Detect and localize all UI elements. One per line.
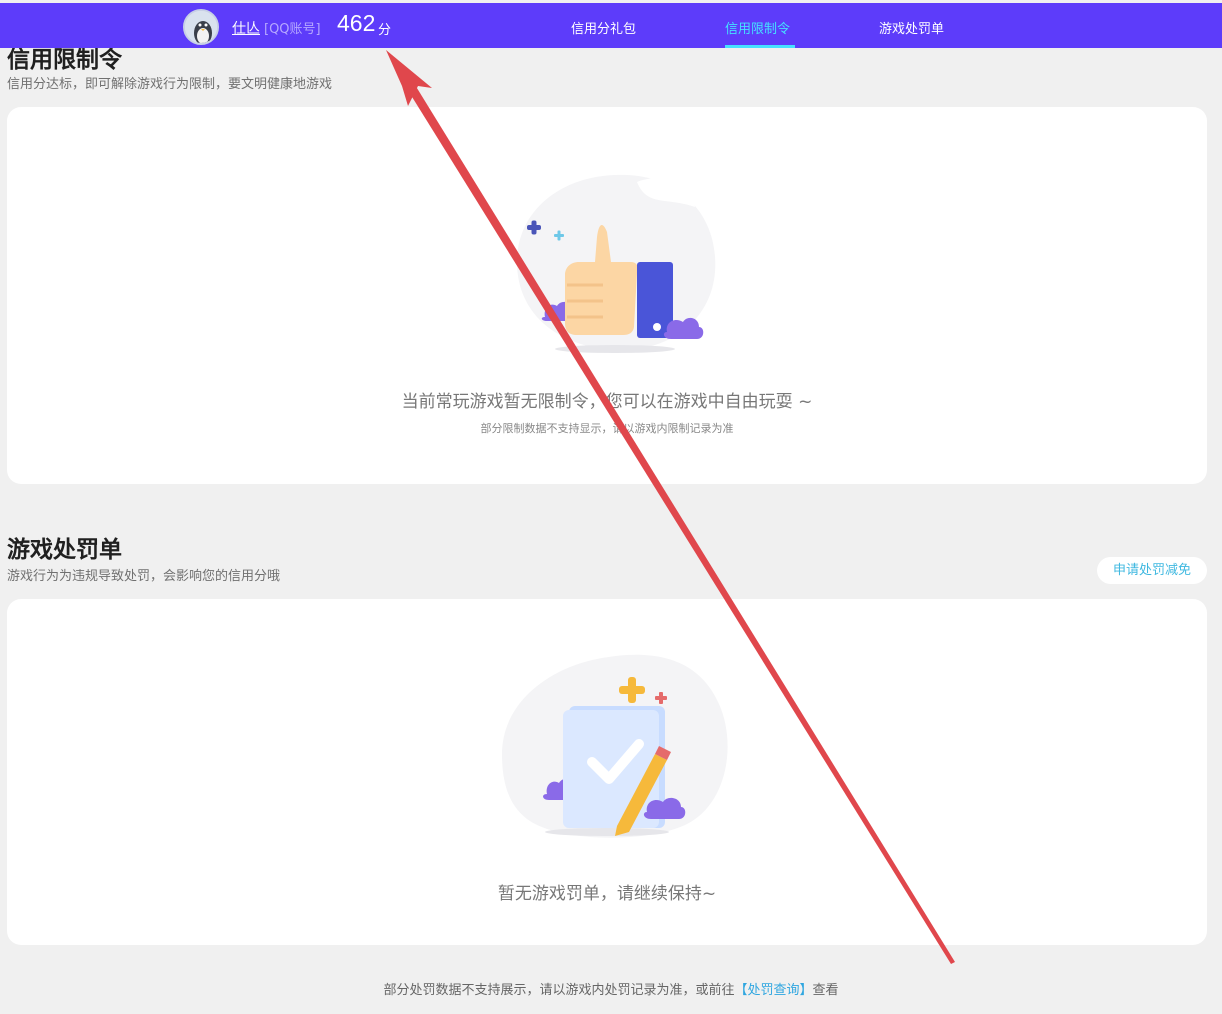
tab-game-penalty[interactable]: 游戏处罚单 bbox=[879, 18, 944, 37]
penalty-card: 暂无游戏罚单，请继续保持~ bbox=[7, 599, 1207, 945]
account-type-label: [QQ账号] bbox=[264, 22, 321, 37]
footer-note-prefix: 部分处罚数据不支持展示，请以游戏内处罚记录为准，或前往 bbox=[383, 983, 735, 998]
footer-note: 部分处罚数据不支持展示，请以游戏内处罚记录为准，或前往【处罚查询】查看 bbox=[0, 979, 1222, 998]
tab-credit-gift[interactable]: 信用分礼包 bbox=[571, 18, 636, 37]
footer-note-suffix: 查看 bbox=[812, 983, 839, 998]
apply-penalty-reduction-button[interactable]: 申请处罚减免 bbox=[1097, 557, 1207, 584]
penalty-section-subtitle: 游戏行为为违规导致处罚，会影响您的信用分哦 bbox=[7, 569, 281, 584]
restriction-section-subtitle: 信用分达标，即可解除游戏行为限制，要文明健康地游戏 bbox=[7, 77, 333, 92]
active-tab-underline bbox=[725, 45, 795, 48]
credit-score-value: 462 bbox=[337, 10, 376, 36]
penalty-empty-message: 暂无游戏罚单，请继续保持~ bbox=[497, 884, 717, 904]
penguin-avatar-icon bbox=[185, 11, 217, 43]
tab-credit-restriction[interactable]: 信用限制令 bbox=[725, 18, 790, 37]
user-avatar[interactable] bbox=[183, 9, 219, 45]
penalty-section-title: 游戏处罚单 bbox=[7, 537, 122, 563]
clipboard-check-illustration bbox=[502, 654, 728, 838]
restriction-empty-message: 当前常玩游戏暂无限制令，您可以在游戏中自由玩耍 ~ bbox=[401, 392, 813, 412]
restriction-empty-note: 部分限制数据不支持显示，请以游戏内限制记录为准 bbox=[480, 422, 734, 435]
thumbs-up-illustration bbox=[517, 174, 716, 353]
top-navigation-bar: 仕亾 [QQ账号] 462 分 信用分礼包 信用限制令 游戏处罚单 bbox=[0, 3, 1222, 48]
credit-score-unit: 分 bbox=[378, 23, 392, 38]
penalty-query-link[interactable]: 【处罚查询】 bbox=[734, 983, 812, 998]
restriction-card: 当前常玩游戏暂无限制令，您可以在游戏中自由玩耍 ~ 部分限制数据不支持显示，请以… bbox=[7, 107, 1207, 484]
username[interactable]: 仕亾 bbox=[232, 18, 260, 38]
annotation-arrow-head bbox=[386, 50, 432, 106]
